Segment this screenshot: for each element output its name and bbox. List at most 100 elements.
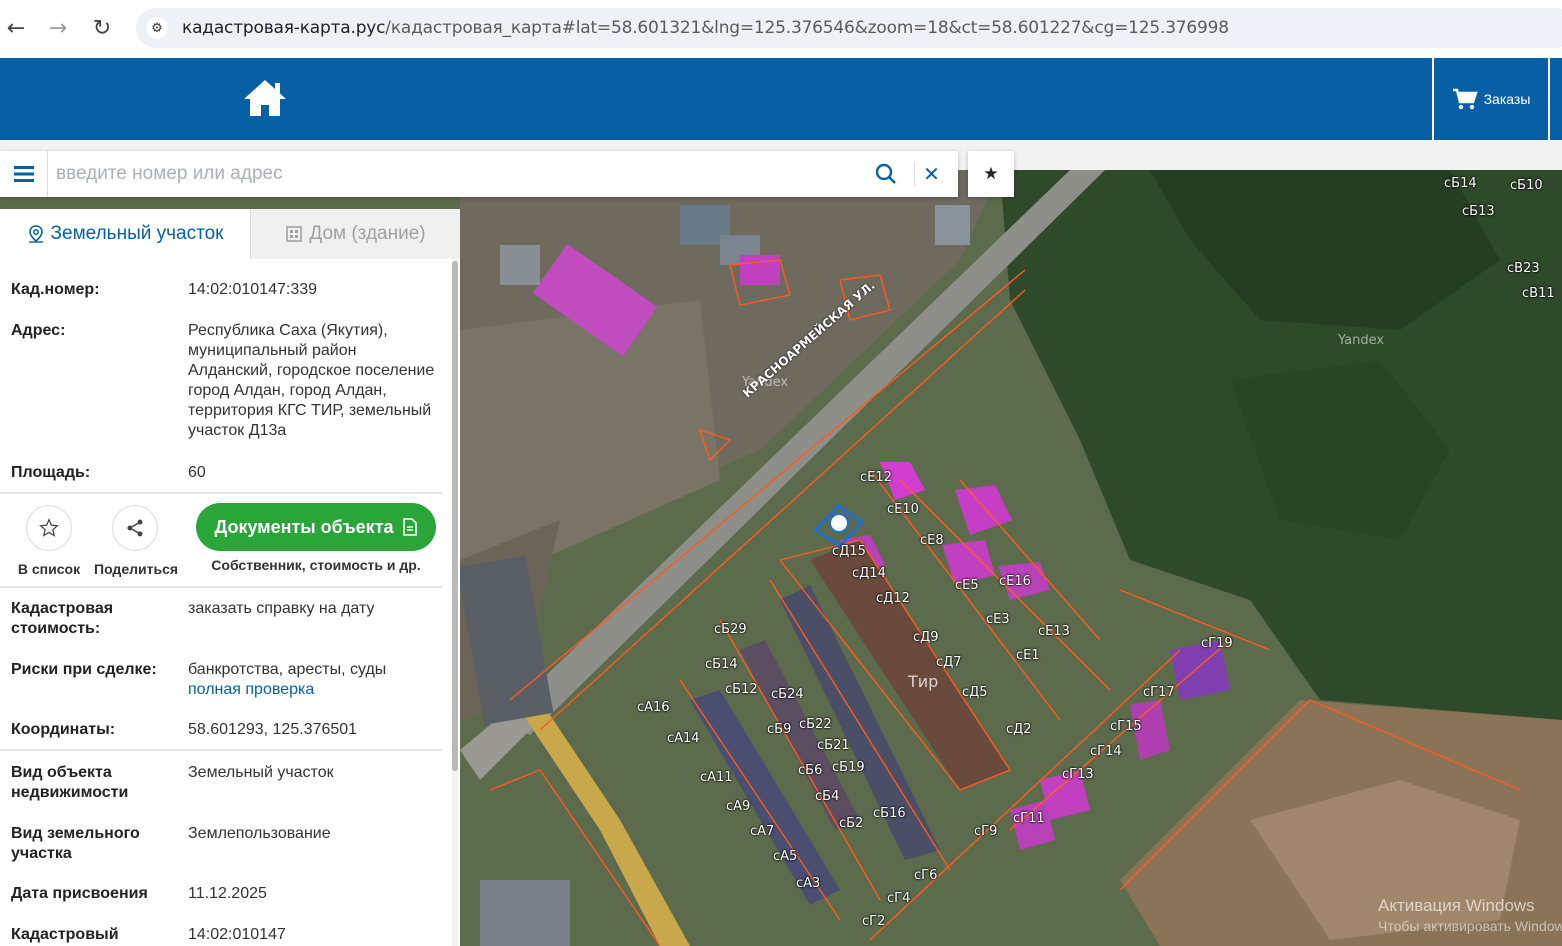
parcel-label[interactable]: сЕ13 [1038,624,1070,639]
add-to-list-button[interactable]: В список [14,505,84,577]
parcel-label[interactable]: сБ29 [714,622,747,637]
object-type-label: Вид объекта недвижимости [11,764,129,801]
share-button[interactable]: Поделиться [94,505,179,577]
risks-value: банкротства, аресты, суды полная проверк… [188,660,438,700]
scrollbar-thumb[interactable] [452,261,458,771]
parcel-label[interactable]: сД7 [936,655,962,670]
windows-activation-subtext: Чтобы активировать Windows [1378,918,1562,934]
parcel-label[interactable]: сД2 [1006,722,1032,737]
parcel-label[interactable]: сА11 [700,770,733,785]
object-documents-button[interactable]: Документы объекта [196,503,436,551]
parcel-label[interactable]: сГ15 [1110,719,1142,734]
parcel-label[interactable]: сЕ16 [999,574,1031,589]
parcel-label[interactable]: сЕ1 [1016,648,1040,663]
parcel-label[interactable]: сД5 [962,685,988,700]
document-icon [402,518,417,536]
parcel-label[interactable]: сБ6 [798,763,822,778]
parcel-label[interactable]: сБ14 [705,657,738,672]
parcel-label[interactable]: сБ21 [817,738,850,753]
browser-chrome: ← → ↻ ⚙ кадастровая-карта.рус/кадастрова… [0,0,1562,58]
parcel-label[interactable]: сБ14 [1444,176,1477,191]
cart-icon [1452,88,1478,110]
parcel-label[interactable]: сГ6 [914,868,937,883]
parcel-label[interactable]: сБ22 [799,717,832,732]
menu-button[interactable] [0,151,48,197]
area-value: 60 [188,464,206,481]
cad-number-label: Кад.номер: [11,281,100,298]
parcel-label[interactable]: сЕ8 [920,533,944,548]
parcel-label[interactable]: сД12 [876,591,910,606]
search-input[interactable] [56,159,856,189]
address-value: Республика Саха (Якутия), муниципальный … [188,322,435,439]
address-bar[interactable]: ⚙ кадастровая-карта.рус/кадастровая_карт… [136,8,1562,48]
info-panel: Земельный участок Дом (здание) Кад.номер… [0,209,460,946]
documents-subtitle: Собственник, стоимость и др. [211,557,421,573]
back-arrow-icon[interactable]: ← [0,12,32,44]
share-label: Поделиться [94,561,179,577]
map-pin-icon [28,225,43,243]
land-type-value: Землепользование [188,825,331,842]
clear-icon[interactable]: ✕ [914,162,948,186]
parcel-label[interactable]: сД9 [913,630,939,645]
parcel-label[interactable]: сВ11 [1522,286,1555,301]
parcel-label[interactable]: сГ11 [1013,811,1045,826]
parcel-label[interactable]: сБ24 [771,687,804,702]
parcel-label[interactable]: сВ23 [1507,261,1540,276]
object-type-value: Земельный участок [188,764,334,781]
panel-scrollbar[interactable] [452,259,458,946]
divider [0,586,442,588]
site-settings-icon[interactable]: ⚙ [146,17,168,39]
parcel-label[interactable]: сЕ5 [955,578,979,593]
order-certificate-link[interactable]: заказать справку на дату [188,599,438,619]
parcel-label[interactable]: сБ16 [873,806,906,821]
parcel-label[interactable]: сЕ10 [887,502,919,517]
tab-building-label: Дом (здание) [309,223,426,244]
parcel-label[interactable]: сЕ12 [860,470,892,485]
documents-label: Документы объекта [214,516,394,537]
parcel-label[interactable]: сБ2 [839,816,863,831]
parcel-label[interactable]: сГ2 [862,914,885,929]
parcel-label[interactable]: сД15 [832,544,866,559]
hamburger-icon [13,166,34,182]
url-text[interactable]: кадастровая-карта.рус/кадастровая_карта#… [182,18,1229,38]
parcel-label[interactable]: сБ13 [1462,204,1495,219]
tab-land-plot[interactable]: Земельный участок [0,209,250,259]
parcel-label[interactable]: сБ9 [767,722,791,737]
area-label-tir: Тир [908,672,939,691]
favorites-star-button[interactable]: ★ [968,151,1014,197]
parcel-label[interactable]: сБ4 [815,789,839,804]
parcel-label[interactable]: сБ10 [1510,178,1543,193]
parcel-label[interactable]: сЕ3 [986,612,1010,627]
parcel-label[interactable]: сБ12 [725,682,758,697]
parcel-label[interactable]: сГ19 [1201,636,1233,651]
reload-icon[interactable]: ↻ [86,12,118,44]
parcel-label[interactable]: сА7 [750,824,774,839]
tab-building[interactable]: Дом (здание) [250,209,460,259]
parcel-label[interactable]: сГ13 [1062,767,1094,782]
search-bar: ✕ [0,151,958,197]
parcel-label[interactable]: сД14 [852,566,886,581]
divider [0,492,442,494]
parcel-label[interactable]: сА9 [726,799,750,814]
orders-button[interactable]: Заказы [1432,58,1550,140]
add-to-list-label: В список [17,561,81,577]
forward-arrow-icon[interactable]: → [42,12,74,44]
building-icon [286,226,303,242]
parcel-label[interactable]: сА3 [796,876,820,891]
address-label: Адрес: [11,322,66,339]
search-icon[interactable] [874,162,898,186]
parcel-label[interactable]: сГ9 [974,824,997,839]
full-check-link[interactable]: полная проверка [188,680,438,700]
area-label: Площадь: [11,464,91,481]
coords-value: 58.601293, 125.376501 [188,721,358,738]
home-icon[interactable] [242,78,288,118]
parcel-label[interactable]: сА14 [667,731,700,746]
parcel-label[interactable]: сГ17 [1143,685,1175,700]
parcel-label[interactable]: сГ4 [887,891,910,906]
parcel-label[interactable]: сА16 [637,700,670,715]
panel-tabs: Земельный участок Дом (здание) [0,209,460,259]
parcel-label[interactable]: сГ14 [1090,744,1122,759]
cad-number-link[interactable]: 14:02:010147:339 [188,280,438,300]
parcel-label[interactable]: сБ19 [832,760,865,775]
parcel-label[interactable]: сА5 [773,849,797,864]
